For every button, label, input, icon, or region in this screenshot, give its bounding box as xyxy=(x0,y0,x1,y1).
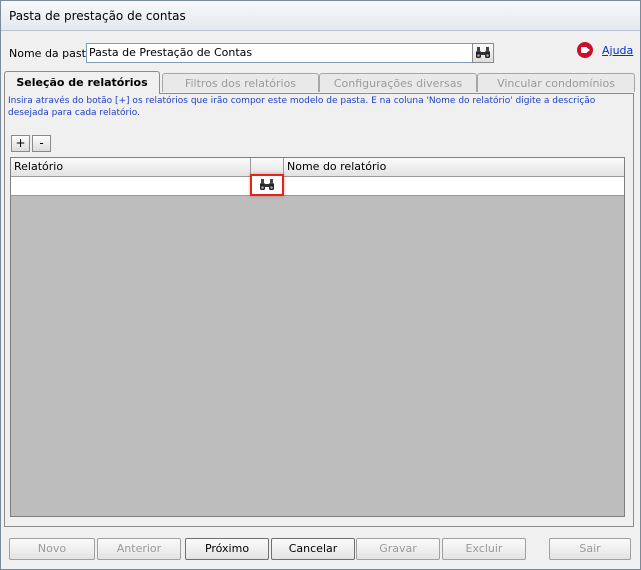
reports-grid: Relatório Nome do relatório xyxy=(10,157,625,517)
tab-report-filters[interactable]: Filtros dos relatórios xyxy=(162,73,319,92)
save-button[interactable]: Gravar xyxy=(356,538,440,560)
title-bar: Pasta de prestação de contas xyxy=(1,1,640,31)
cell-report-name[interactable] xyxy=(284,177,624,195)
next-button[interactable]: Próximo xyxy=(185,538,269,560)
exit-button[interactable]: Sair xyxy=(549,538,631,560)
remove-report-button[interactable]: - xyxy=(32,135,51,152)
cancel-button[interactable]: Cancelar xyxy=(271,538,355,560)
folder-name-input[interactable]: Pasta de Prestação de Contas xyxy=(86,43,474,63)
delete-button[interactable]: Excluir xyxy=(442,538,526,560)
new-button[interactable]: Novo xyxy=(9,538,95,560)
window-title: Pasta de prestação de contas xyxy=(9,9,186,23)
report-lookup-button[interactable] xyxy=(250,174,284,196)
table-row xyxy=(11,177,624,196)
tab-misc-settings[interactable]: Configurações diversas xyxy=(319,73,477,92)
add-report-button[interactable]: + xyxy=(11,135,30,152)
binoculars-icon xyxy=(260,179,274,190)
column-header-report-name[interactable]: Nome do relatório xyxy=(284,158,624,176)
cell-report[interactable] xyxy=(11,177,251,195)
instruction-text: Insira através do botão [+] os relatório… xyxy=(8,96,596,118)
previous-button[interactable]: Anterior xyxy=(97,538,181,560)
help-link[interactable]: Ajuda xyxy=(602,44,633,57)
folder-name-label: Nome da pasta: xyxy=(9,47,97,60)
tab-report-selection[interactable]: Seleção de relatórios xyxy=(4,71,160,94)
binoculars-icon xyxy=(476,47,490,58)
help-record-icon[interactable] xyxy=(577,42,593,58)
tab-strip: Seleção de relatórios Filtros dos relató… xyxy=(4,71,636,94)
grid-header: Relatório Nome do relatório xyxy=(11,158,624,177)
column-header-report[interactable]: Relatório xyxy=(11,158,251,176)
tab-link-condominiums[interactable]: Vincular condomínios xyxy=(477,73,635,92)
folder-search-button[interactable] xyxy=(472,43,494,63)
